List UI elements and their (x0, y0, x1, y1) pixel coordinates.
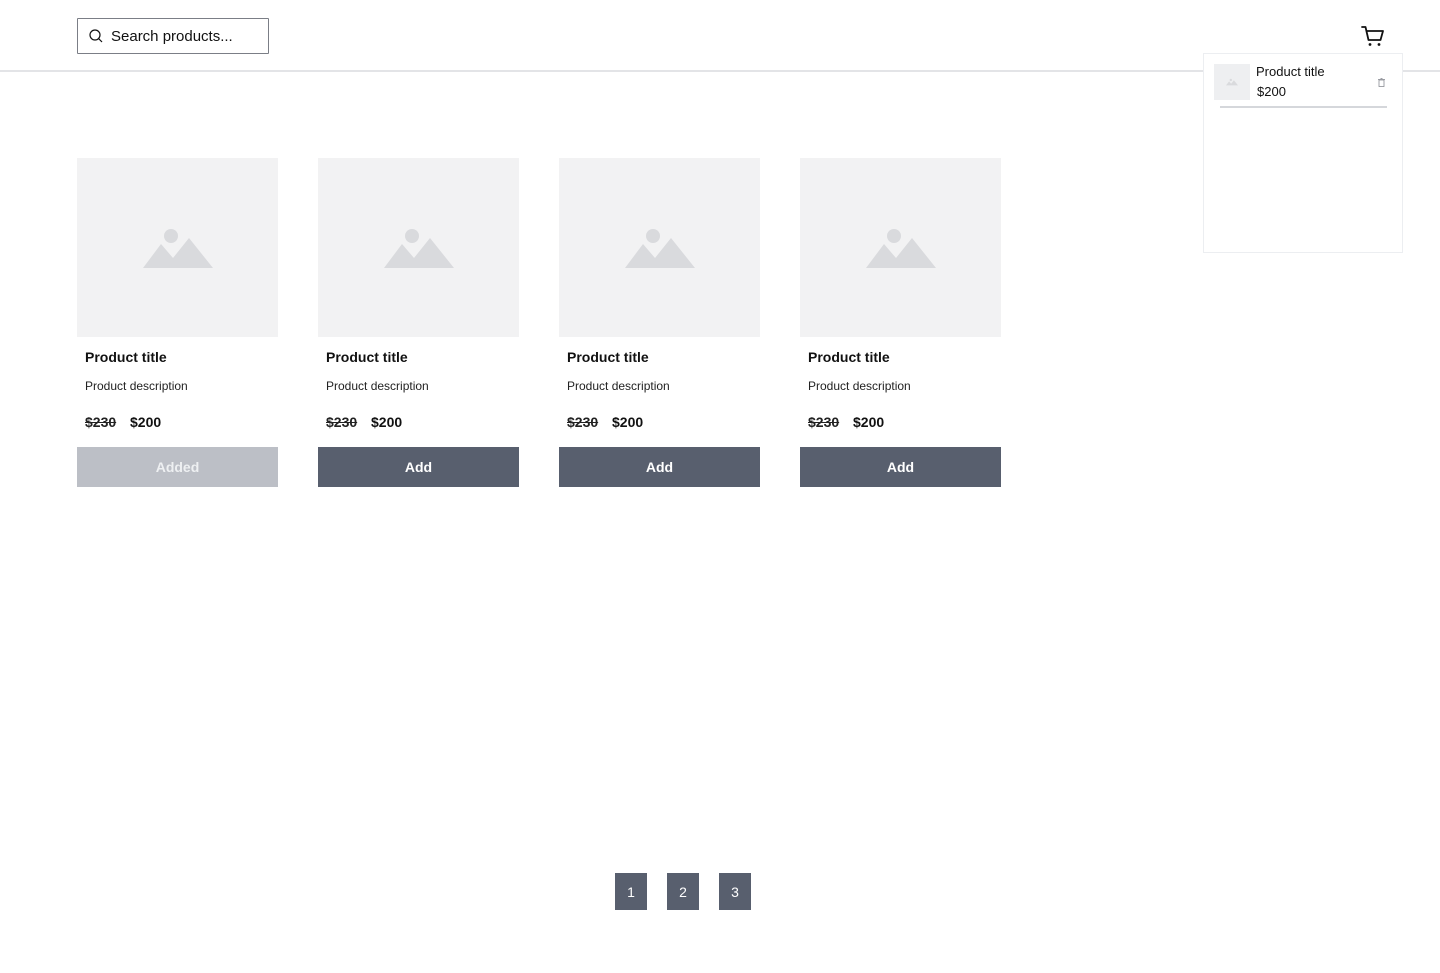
image-placeholder-icon (383, 228, 454, 268)
product-old-price: $230 (808, 414, 840, 430)
cart-item-price: $200 (1257, 84, 1286, 99)
product-price: $200 (853, 414, 885, 430)
product-description: Product description (567, 379, 670, 393)
product-description: Product description (85, 379, 188, 393)
product-image (559, 158, 760, 337)
product-card: Product title Product description $230 $… (77, 158, 278, 487)
product-description: Product description (326, 379, 429, 393)
cart-dropdown: Product title $200 (1203, 53, 1403, 253)
product-old-price: $230 (567, 414, 599, 430)
image-placeholder-icon (865, 228, 936, 268)
product-price: $200 (371, 414, 403, 430)
cart-icon (1361, 26, 1384, 46)
search-input[interactable] (111, 27, 261, 45)
page-button-2[interactable]: 2 (667, 873, 699, 910)
page-button-1[interactable]: 1 (615, 873, 647, 910)
product-price: $200 (130, 414, 162, 430)
product-price: $200 (612, 414, 644, 430)
search-box[interactable] (77, 18, 269, 54)
product-image (318, 158, 519, 337)
cart-item-remove-button[interactable] (1376, 76, 1386, 88)
image-placeholder-icon (624, 228, 695, 268)
product-old-price: $230 (326, 414, 358, 430)
add-to-cart-button[interactable]: Add (800, 447, 1001, 487)
add-to-cart-button[interactable]: Add (559, 447, 760, 487)
trash-icon (1377, 77, 1385, 87)
page-button-3[interactable]: 3 (719, 873, 751, 910)
search-icon (89, 29, 103, 43)
cart-button[interactable] (1359, 22, 1387, 50)
product-image (800, 158, 1001, 337)
product-title: Product title (808, 349, 890, 365)
cart-item-thumbnail (1214, 64, 1250, 100)
added-button[interactable]: Added (77, 447, 278, 487)
image-placeholder-icon (142, 228, 213, 268)
product-card: Product title Product description $230 $… (800, 158, 1001, 487)
product-card: Product title Product description $230 $… (559, 158, 760, 487)
product-description: Product description (808, 379, 911, 393)
image-placeholder-icon (1226, 78, 1238, 86)
add-to-cart-button[interactable]: Add (318, 447, 519, 487)
product-old-price: $230 (85, 414, 117, 430)
product-title: Product title (85, 349, 167, 365)
product-title: Product title (326, 349, 408, 365)
cart-item: Product title $200 (1214, 62, 1387, 108)
cart-item-title: Product title (1256, 64, 1325, 79)
product-title: Product title (567, 349, 649, 365)
product-card: Product title Product description $230 $… (318, 158, 519, 487)
product-image (77, 158, 278, 337)
